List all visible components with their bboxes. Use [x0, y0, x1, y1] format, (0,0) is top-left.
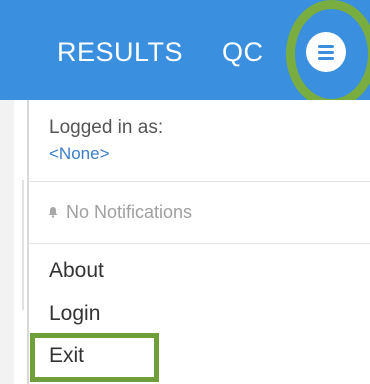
- menu-item-about[interactable]: About: [49, 259, 104, 283]
- bell-icon: [48, 207, 58, 218]
- menu-item-login[interactable]: Login: [49, 302, 100, 326]
- tab-results[interactable]: RESULTS: [57, 36, 183, 68]
- background-panel: [0, 100, 14, 384]
- exit-highlight-box: [30, 333, 159, 382]
- tab-qc[interactable]: QC: [222, 36, 264, 68]
- notifications-text: No Notifications: [66, 202, 193, 222]
- menu-divider: [29, 243, 370, 244]
- menu-button[interactable]: [306, 32, 346, 72]
- notifications-status: No Notifications: [47, 201, 192, 223]
- background-divider: [22, 180, 24, 310]
- menu-divider: [29, 181, 370, 182]
- app-screen: RESULTS QC Logged in as: <None> No Notif…: [0, 0, 370, 384]
- logged-in-label: Logged in as:: [49, 117, 164, 138]
- logged-in-user-link[interactable]: <None>: [49, 144, 110, 164]
